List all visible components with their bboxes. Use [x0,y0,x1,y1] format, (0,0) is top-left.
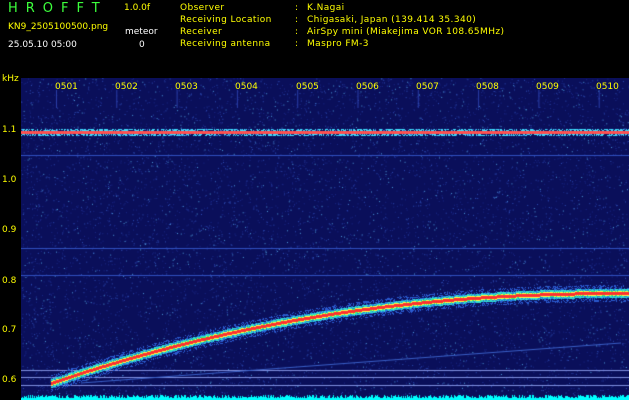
x-tick-label: 0507 [416,82,439,92]
meta-label: Receiver [180,27,223,37]
y-tick-label: 1.1 [2,125,17,135]
y-tick-label: 0.7 [2,325,17,335]
meta-label: Receiving Location [180,15,272,25]
timestamp-label: 25.05.10 05:00 [8,40,77,50]
spectrogram-canvas [21,78,629,400]
meta-label: Observer [180,3,225,13]
x-tick-label: 0503 [175,82,198,92]
filename-label: KN9_2505100500.png [8,22,109,32]
meta-value: K.Nagai [307,3,345,13]
meta-value: Maspro FM-3 [307,39,369,49]
x-tick-label: 0506 [356,82,379,92]
x-tick-label: 0504 [235,82,258,92]
x-tick-label: 0505 [296,82,319,92]
meteor-label: meteor [125,27,158,37]
x-tick-label: 0508 [476,82,499,92]
meta-row-location: Receiving Location: Chigasaki, Japan (139… [180,15,476,25]
meta-row-observer: Observer: K.Nagai [180,3,345,13]
meteor-count: 0 [139,40,145,50]
x-tick-label: 0509 [536,82,559,92]
y-tick-label: 0.6 [2,375,17,385]
meta-label: Receiving antenna [180,39,271,49]
y-unit-label: kHz [2,74,19,84]
y-tick-label: 1.0 [2,175,17,185]
meta-value: Chigasaki, Japan (139.414 35.340) [307,15,477,25]
meta-separator: : [295,27,299,37]
x-tick-label: 0502 [115,82,138,92]
version-label: 1.0.0f [124,3,151,13]
app-title: HROFFT [8,1,108,16]
meta-separator: : [295,39,299,49]
x-tick-label: 0501 [55,82,78,92]
meta-row-receiver: Receiver: AirSpy mini (Miakejima VOR 108.… [180,27,504,37]
meta-separator: : [295,3,299,13]
x-tick-label: 0510 [596,82,619,92]
meta-value: AirSpy mini (Miakejima VOR 108.65MHz) [307,27,505,37]
meta-row-antenna: Receiving antenna: Maspro FM-3 [180,39,369,49]
y-tick-label: 0.8 [2,276,17,286]
meta-separator: : [295,15,299,25]
y-tick-label: 0.9 [2,225,17,235]
